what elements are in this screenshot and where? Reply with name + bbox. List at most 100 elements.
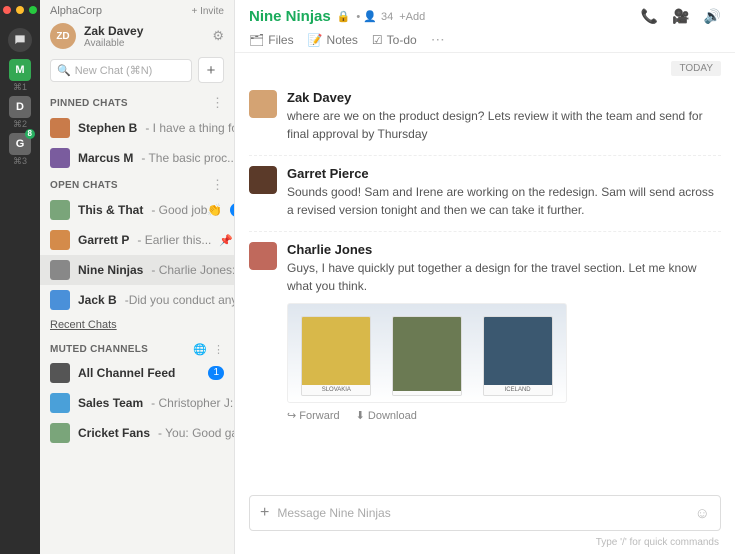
- attachment-card: ICELAND: [483, 316, 553, 396]
- tab-files[interactable]: 🗂 Files: [249, 33, 294, 47]
- message-avatar: [249, 90, 277, 118]
- chat-row[interactable]: Cricket Fans - You: Good game: [40, 418, 234, 448]
- tab-todo[interactable]: ☑ To-do: [372, 33, 417, 47]
- chat-row[interactable]: Marcus M - The basic proc...: [40, 143, 234, 173]
- open-chats-header: OPEN CHATS: [50, 180, 118, 191]
- workspace-badge: D: [9, 96, 31, 118]
- current-user[interactable]: ZD Zak Davey Available ⚙: [40, 19, 234, 57]
- volume-icon[interactable]: 🔊: [704, 8, 721, 25]
- pin-icon: 📌: [219, 234, 233, 247]
- settings-icon[interactable]: ⚙: [212, 28, 224, 44]
- window-controls[interactable]: [3, 4, 37, 14]
- chat-avatar: [50, 363, 70, 383]
- message-text: Guys, I have quickly put together a desi…: [287, 259, 721, 295]
- emoji-icon[interactable]: ☺: [695, 505, 710, 522]
- header-more-icon[interactable]: ⋯: [431, 31, 445, 48]
- conversation-title[interactable]: Nine Ninjas: [249, 8, 331, 25]
- message-author: Zak Davey: [287, 90, 721, 105]
- message-author: Garret Pierce: [287, 166, 721, 181]
- workspace-switcher[interactable]: D⌘2: [9, 96, 31, 130]
- unread-badge: 8: [230, 203, 234, 217]
- chat-preview: - Good job👏: [151, 203, 222, 217]
- chat-title: Stephen B: [78, 121, 137, 135]
- attach-icon[interactable]: +: [260, 504, 269, 522]
- chat-row[interactable]: Garrett P - Earlier this...📌×: [40, 225, 234, 255]
- chat-row[interactable]: All Channel Feed 1: [40, 358, 234, 388]
- chat-preview: - Earlier this...: [137, 233, 211, 247]
- app-logo-icon[interactable]: [8, 28, 32, 52]
- pinned-more-icon[interactable]: ⋮: [211, 95, 224, 111]
- chat-avatar: [50, 393, 70, 413]
- workspace-rail: M⌘1 D⌘2 G8⌘3: [0, 0, 40, 554]
- message-text: where are we on the product design? Lets…: [287, 107, 721, 143]
- video-icon[interactable]: 🎥: [672, 8, 689, 25]
- workspace-shortcut: ⌘3: [13, 156, 27, 167]
- composer-hint: Type '/' for quick commands: [235, 535, 735, 554]
- chat-row[interactable]: Stephen B - I have a thing for: [40, 113, 234, 143]
- chat-avatar: [50, 260, 70, 280]
- chat-preview: - I have a thing for: [145, 121, 234, 135]
- globe-icon[interactable]: 🌐: [193, 343, 207, 356]
- tab-notes[interactable]: 📝 Notes: [308, 33, 358, 47]
- chat-title: Garrett P: [78, 233, 129, 247]
- workspace-shortcut: ⌘2: [13, 119, 27, 130]
- sidebar: AlphaCorp + Invite ZD Zak Davey Availabl…: [40, 0, 235, 554]
- chat-avatar: [50, 148, 70, 168]
- workspace-name: AlphaCorp: [50, 5, 102, 17]
- chat-preview: - Charlie Jones: G...: [151, 263, 234, 277]
- chat-row[interactable]: This & That - Good job👏 8: [40, 195, 234, 225]
- message-avatar: [249, 242, 277, 270]
- forward-button[interactable]: ↪ Forward: [287, 409, 340, 422]
- conversation-pane: Nine Ninjas 🔒 • 👤 34 +Add 📞 🎥 🔊 🗂 Files …: [235, 0, 735, 554]
- download-button[interactable]: ⬇ Download: [356, 409, 417, 422]
- message: Garret PierceSounds good! Sam and Irene …: [249, 156, 721, 232]
- message: Charlie JonesGuys, I have quickly put to…: [249, 232, 721, 434]
- close-window-icon[interactable]: [3, 6, 11, 14]
- chat-title: Jack B: [78, 293, 117, 307]
- invite-button[interactable]: + Invite: [191, 6, 224, 17]
- member-count: 34: [381, 11, 393, 23]
- attachment-preview[interactable]: SLOVAKIAICELAND: [287, 303, 567, 403]
- message-timeline: TODAY Zak Davey where are we on the produ…: [235, 53, 735, 495]
- search-placeholder: New Chat (⌘N): [75, 64, 153, 77]
- attachment-card: [392, 316, 462, 396]
- workspace-shortcut: ⌘1: [13, 82, 27, 93]
- unread-badge: 8: [25, 129, 35, 139]
- chat-avatar: [50, 423, 70, 443]
- user-avatar: ZD: [50, 23, 76, 49]
- chat-preview: - The basic proc...: [141, 151, 234, 165]
- phone-icon[interactable]: 📞: [641, 8, 658, 25]
- chat-title: Marcus M: [78, 151, 133, 165]
- chat-preview: - You: Good game: [158, 426, 234, 440]
- workspace-badge: G8: [9, 133, 31, 155]
- maximize-window-icon[interactable]: [29, 6, 37, 14]
- chat-title: Nine Ninjas: [78, 263, 143, 277]
- minimize-window-icon[interactable]: [16, 6, 24, 14]
- search-icon: 🔍: [57, 64, 71, 77]
- chat-row[interactable]: Nine Ninjas - Charlie Jones: G...: [40, 255, 234, 285]
- chat-row[interactable]: Sales Team - Christopher J: d..2: [40, 388, 234, 418]
- unread-badge: 1: [208, 366, 224, 380]
- chat-avatar: [50, 118, 70, 138]
- chat-title: All Channel Feed: [78, 366, 175, 380]
- chat-row[interactable]: Jack B -Did you conduct any sur: [40, 285, 234, 315]
- muted-more-icon[interactable]: ⋮: [213, 343, 224, 356]
- new-chat-button[interactable]: +: [198, 57, 224, 83]
- workspace-badge: M: [9, 59, 31, 81]
- chat-title: Cricket Fans: [78, 426, 150, 440]
- day-separator: TODAY: [671, 61, 721, 76]
- message: Zak Davey where are we on the product des…: [249, 80, 721, 156]
- chat-avatar: [50, 290, 70, 310]
- message-composer[interactable]: + Message Nine Ninjas ☺: [249, 495, 721, 531]
- workspace-switcher[interactable]: G8⌘3: [9, 133, 31, 167]
- lock-icon: 🔒: [337, 10, 351, 23]
- user-status: Available: [84, 38, 143, 49]
- chat-title: This & That: [78, 203, 143, 217]
- open-more-icon[interactable]: ⋮: [211, 177, 224, 193]
- new-chat-search[interactable]: 🔍 New Chat (⌘N): [50, 59, 192, 82]
- muted-channels-header: MUTED CHANNELS: [50, 344, 148, 355]
- add-members-button[interactable]: +Add: [399, 11, 425, 23]
- recent-chats-link[interactable]: Recent Chats: [40, 315, 234, 339]
- user-name: Zak Davey: [84, 24, 143, 38]
- workspace-switcher[interactable]: M⌘1: [9, 59, 31, 93]
